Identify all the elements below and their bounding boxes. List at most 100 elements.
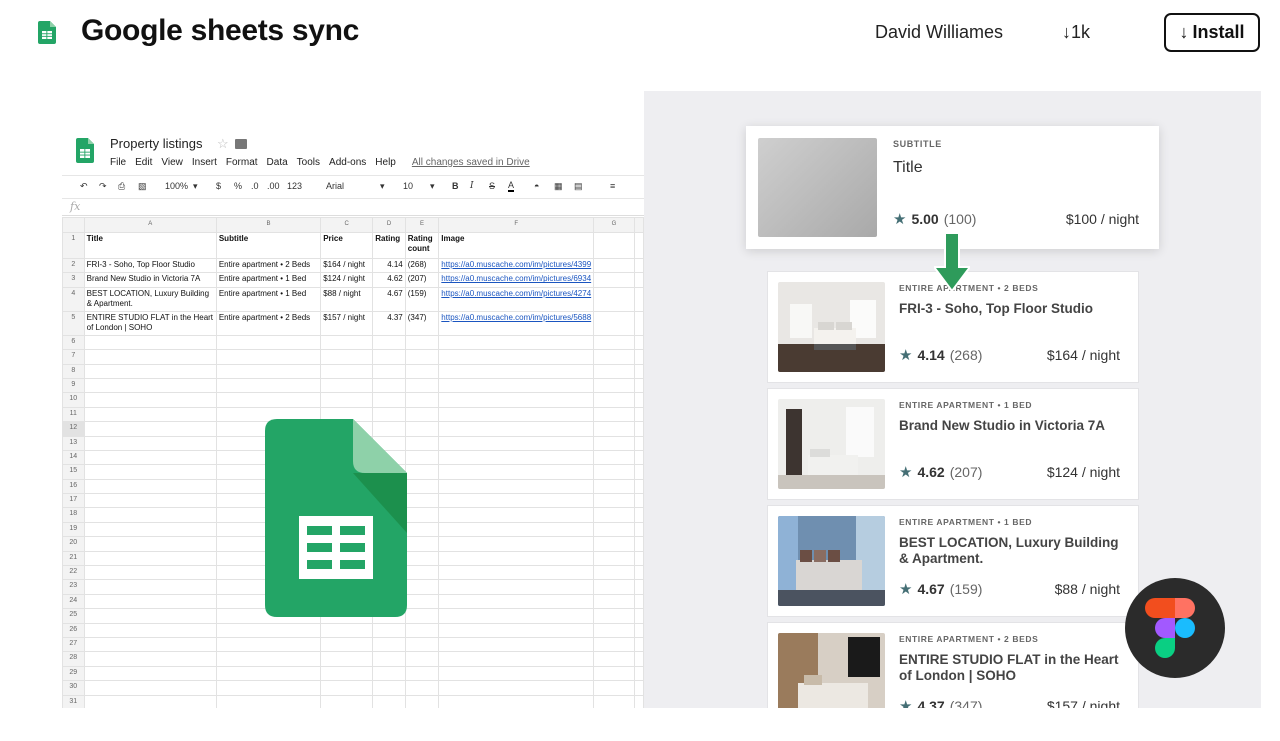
italic-icon[interactable]: I [470,181,474,191]
fill-color-icon[interactable]: ◓ [534,181,539,191]
sheet-cell[interactable] [593,406,635,423]
undo-icon[interactable]: ↶ [80,181,88,192]
sheet-cell[interactable] [320,349,374,365]
row-number[interactable]: 31 [62,694,85,708]
sheet-cell[interactable] [438,449,595,466]
sheet-cell[interactable] [633,257,644,274]
sheet-cell[interactable] [633,550,644,567]
sheet-cell[interactable] [633,363,644,379]
sheet-cell[interactable] [404,377,440,394]
formula-bar[interactable]: fx [62,199,644,216]
sheet-cell[interactable] [438,363,595,379]
sheet-cell[interactable] [83,579,217,595]
sheet-cell[interactable] [438,421,595,437]
sheet-cell[interactable]: 4.67 [372,286,406,312]
sheet-cell[interactable] [633,435,644,451]
sheet-cell[interactable]: (347) [404,310,440,336]
borders-icon[interactable]: ▦ [554,181,563,192]
sheet-cell[interactable] [593,694,635,708]
sheet-cell[interactable] [372,622,406,638]
row-number[interactable]: 16 [62,478,85,495]
row-number[interactable]: 27 [62,636,85,653]
paint-format-icon[interactable]: ▧ [138,181,147,192]
sheet-cell[interactable] [593,608,635,624]
column-header[interactable]: C [320,217,374,233]
sheet-cell[interactable] [404,421,440,437]
sheet-cell[interactable] [633,608,644,624]
sheet-cell[interactable] [438,464,595,480]
sheet-cell[interactable] [633,680,644,696]
sheet-cell[interactable] [438,392,595,408]
sheet-cell[interactable]: https://a0.muscache.com/im/pictures/4274 [438,286,595,312]
sheet-cell[interactable] [438,507,595,523]
template-card[interactable]: SUBTITLE Title ★ 5.00 (100) $100 / night [746,126,1159,249]
sheet-cell[interactable] [404,665,440,682]
sheet-cell[interactable] [438,622,595,638]
sheet-cell[interactable] [404,507,440,523]
sheet-cell[interactable]: ENTIRE STUDIO FLAT in the Heart of Londo… [83,310,217,336]
sheet-cell[interactable] [372,665,406,682]
sheet-cell[interactable] [633,478,644,495]
sheet-cell[interactable] [83,507,217,523]
sheet-cell[interactable] [593,550,635,567]
sheet-cell[interactable] [633,272,644,288]
listing-card[interactable]: ENTIRE APARTMENT • 1 BED Brand New Studi… [767,388,1139,500]
sheet-cell[interactable] [83,478,217,495]
sheet-cell[interactable] [438,665,595,682]
sheet-cell[interactable]: 4.62 [372,272,406,288]
sheet-cell[interactable] [593,651,635,667]
sheet-cell[interactable] [633,334,644,351]
menu-format[interactable]: Format [226,157,258,168]
zoom-select[interactable]: 100% [165,181,188,191]
sheet-cell[interactable] [404,536,440,552]
sheet-cell[interactable] [404,435,440,451]
sheet-cell[interactable] [215,665,322,682]
sheet-cell[interactable] [83,521,217,538]
row-number[interactable]: 26 [62,622,85,638]
menu-addons[interactable]: Add-ons [329,157,366,168]
sheet-cell[interactable] [83,680,217,696]
sheet-cell[interactable] [404,651,440,667]
sheet-cell[interactable] [215,636,322,653]
row-number[interactable]: 10 [62,392,85,408]
sheet-cell[interactable] [633,493,644,509]
sheet-cell[interactable] [83,493,217,509]
number-format-select[interactable]: 123 [287,181,302,191]
row-number[interactable]: 7 [62,349,85,365]
row-number[interactable]: 29 [62,665,85,682]
sheet-cell[interactable] [320,694,374,708]
increase-decimal[interactable]: .00 [267,181,280,191]
sheet-cell[interactable]: (207) [404,272,440,288]
sheet-cell[interactable] [633,310,644,336]
sheet-cell[interactable] [593,636,635,653]
row-number[interactable]: 19 [62,521,85,538]
sheet-cell[interactable] [633,636,644,653]
row-number[interactable]: 8 [62,363,85,379]
sheet-cell[interactable] [438,334,595,351]
sheet-cell[interactable] [404,694,440,708]
column-header[interactable]: B [215,217,322,233]
menu-data[interactable]: Data [267,157,288,168]
header-cell[interactable]: Price [320,232,374,259]
sheet-cell[interactable] [320,334,374,351]
sheet-cell[interactable] [593,464,635,480]
sheet-cell[interactable]: BEST LOCATION, Luxury Building & Apartme… [83,286,217,312]
column-header[interactable]: D [372,217,406,233]
row-number[interactable]: 2 [62,257,85,274]
sheet-cell[interactable]: $164 / night [320,257,374,274]
sheet-cell[interactable] [438,636,595,653]
sheet-cell[interactable] [593,449,635,466]
sheet-cell[interactable]: Entire apartment • 1 Bed [215,286,322,312]
header-cell[interactable]: Rating count [404,232,440,259]
star-icon[interactable]: ☆ [217,136,229,152]
sheet-cell[interactable] [83,392,217,408]
sheet-cell[interactable] [633,377,644,394]
sheet-cell[interactable] [633,232,644,259]
sheet-cell[interactable] [438,435,595,451]
row-number[interactable]: 21 [62,550,85,567]
sheet-cell[interactable] [593,286,635,312]
sheet-cell[interactable] [372,680,406,696]
header-cell[interactable] [593,232,635,259]
sheet-cell[interactable] [83,363,217,379]
sheet-cell[interactable] [438,593,595,610]
